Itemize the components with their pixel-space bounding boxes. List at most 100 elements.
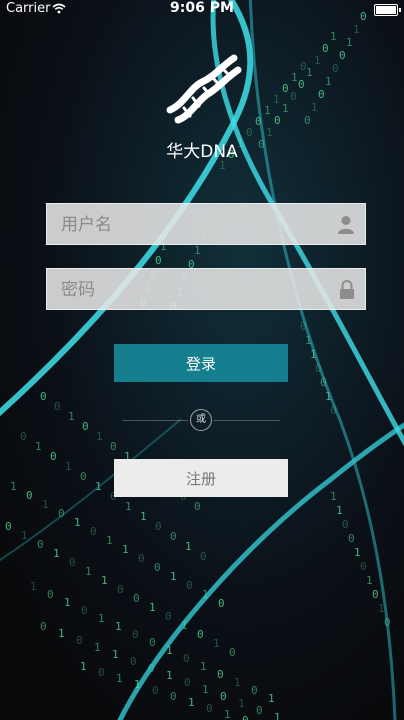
binary-digit: 0 xyxy=(155,254,162,267)
binary-digit: 0 xyxy=(40,390,47,403)
divider-left xyxy=(122,420,188,421)
password-field-container xyxy=(46,268,366,311)
binary-digit: 1 xyxy=(64,596,71,609)
binary-digit: 0 xyxy=(348,532,355,545)
binary-digit: 1 xyxy=(122,543,129,556)
binary-digit: 0 xyxy=(360,560,367,573)
binary-digit: 1 xyxy=(68,410,75,423)
binary-digit: 1 xyxy=(140,510,147,523)
binary-digit: 0 xyxy=(133,592,140,605)
binary-digit: 1 xyxy=(53,547,60,560)
binary-digit: 0 xyxy=(81,604,88,617)
login-button[interactable]: 登录 xyxy=(114,344,288,382)
binary-digit: 0 xyxy=(132,628,139,641)
binary-digit: 1 xyxy=(264,104,271,117)
binary-digit: 0 xyxy=(90,525,97,538)
binary-digit: 1 xyxy=(354,546,361,559)
binary-digit: 1 xyxy=(116,672,123,685)
battery-icon xyxy=(374,4,401,16)
username-input[interactable] xyxy=(47,204,343,246)
binary-digit: 1 xyxy=(96,430,103,443)
binary-digit: 1 xyxy=(224,708,231,720)
binary-digit: 1 xyxy=(311,101,318,114)
binary-digit: 1 xyxy=(268,692,275,705)
binary-digit: 1 xyxy=(234,676,241,689)
binary-digit: 1 xyxy=(65,460,72,473)
binary-digit: 1 xyxy=(58,627,65,640)
binary-digit: 0 xyxy=(138,552,145,565)
binary-digit: 0 xyxy=(155,520,162,533)
binary-digit: 1 xyxy=(330,490,337,503)
binary-digit: 1 xyxy=(166,669,173,682)
binary-digit: 0 xyxy=(186,579,193,592)
binary-digit: 0 xyxy=(98,666,105,679)
binary-digit: 0 xyxy=(50,450,57,463)
binary-digit: 1 xyxy=(314,54,321,67)
binary-digit: 0 xyxy=(37,538,44,551)
binary-digit: 1 xyxy=(85,565,92,578)
binary-digit: 0 xyxy=(152,684,159,697)
binary-digit: 0 xyxy=(251,684,258,697)
binary-digit: 1 xyxy=(200,660,207,673)
binary-digit: 0 xyxy=(290,90,297,103)
binary-digit: 0 xyxy=(170,530,177,543)
password-input[interactable] xyxy=(47,269,343,311)
binary-digit: 0 xyxy=(76,634,83,647)
binary-digit: 0 xyxy=(130,655,137,668)
binary-digit: 0 xyxy=(194,500,201,513)
binary-digit: 1 xyxy=(282,102,289,115)
binary-digit: 0 xyxy=(54,400,61,413)
binary-digit: 0 xyxy=(318,88,325,101)
divider-right xyxy=(214,420,280,421)
username-field-container xyxy=(46,203,366,246)
binary-digit: 1 xyxy=(112,648,119,661)
binary-digit: 0 xyxy=(149,636,156,649)
binary-digit: 1 xyxy=(336,504,343,517)
binary-digit: 1 xyxy=(238,697,245,710)
binary-digit: 1 xyxy=(170,570,177,583)
status-bar: Carrier 9:06 PM xyxy=(0,0,404,20)
binary-digit: 0 xyxy=(218,597,225,610)
binary-digit: 0 xyxy=(165,610,172,623)
binary-digit: 1 xyxy=(10,480,17,493)
binary-digit: 0 xyxy=(82,420,89,433)
user-icon xyxy=(338,216,354,234)
binary-digit: 0 xyxy=(184,676,191,689)
binary-digit: 1 xyxy=(274,711,281,720)
binary-digit: 1 xyxy=(213,637,220,650)
binary-digit: 0 xyxy=(200,550,207,563)
register-button[interactable]: 注册 xyxy=(114,459,288,497)
binary-digit: 1 xyxy=(185,540,192,553)
binary-digit: 1 xyxy=(366,574,373,587)
binary-digit: 0 xyxy=(274,114,281,127)
binary-digit: 0 xyxy=(197,628,204,641)
binary-digit: 0 xyxy=(40,620,47,633)
binary-digit: 1 xyxy=(346,36,353,49)
binary-digit: 0 xyxy=(170,690,177,703)
binary-digit: 0 xyxy=(117,583,124,596)
binary-digit: 0 xyxy=(322,42,329,55)
lock-icon xyxy=(340,280,354,299)
binary-digit: 1 xyxy=(125,500,132,513)
binary-digit: 0 xyxy=(20,430,27,443)
binary-digit: 0 xyxy=(304,114,311,127)
binary-digit: 0 xyxy=(80,470,87,483)
binary-digit: 1 xyxy=(35,440,42,453)
binary-digit: 1 xyxy=(202,683,209,696)
binary-digit: 1 xyxy=(149,601,156,614)
binary-digit: 0 xyxy=(69,556,76,569)
clock-label: 9:06 PM xyxy=(170,0,234,16)
binary-digit: 1 xyxy=(273,93,280,106)
binary-digit: 1 xyxy=(188,696,195,709)
binary-digit: 1 xyxy=(101,574,108,587)
binary-digit: 0 xyxy=(332,62,339,75)
app-title: 华大DNA xyxy=(166,142,238,162)
binary-digit: 0 xyxy=(342,518,349,531)
binary-digit: 0 xyxy=(206,702,213,715)
binary-digit: 0 xyxy=(220,690,227,703)
binary-digit: 1 xyxy=(98,612,105,625)
binary-digit: 0 xyxy=(298,78,305,91)
binary-digit: 1 xyxy=(115,620,122,633)
binary-digit: 1 xyxy=(291,71,298,84)
binary-digit: 1 xyxy=(74,516,81,529)
